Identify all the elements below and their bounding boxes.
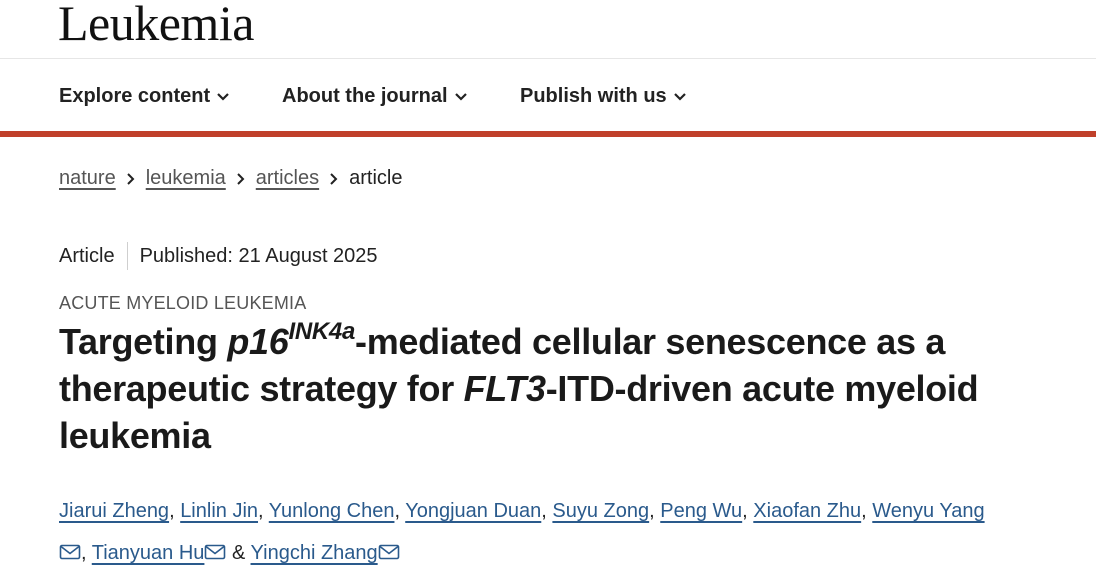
nav-item-label: Publish with us: [520, 85, 667, 107]
author-separator: ,: [649, 500, 655, 522]
author-link[interactable]: Peng Wu: [660, 500, 742, 522]
title-gene-superscript: INK4a: [288, 318, 356, 345]
author-list: Jiarui Zheng, Linlin Jin, Yunlong Chen, …: [59, 490, 1069, 574]
chevron-down-icon: [217, 92, 229, 101]
author-link[interactable]: Linlin Jin: [180, 500, 258, 522]
author-separator: ,: [258, 500, 264, 522]
author-separator: &: [231, 542, 246, 564]
author-separator: ,: [541, 500, 547, 522]
nav-item-label: About the journal: [282, 85, 448, 107]
journal-header: Leukemia: [0, 0, 1096, 59]
chevron-right-icon: [127, 172, 135, 185]
title-text: Targeting: [59, 321, 228, 362]
article-title: Targeting p16INK4a-mediated cellular sen…: [59, 318, 1069, 459]
author-link[interactable]: Jiarui Zheng: [59, 500, 169, 522]
publish-date: Published: 21 August 2025: [139, 244, 378, 267]
journal-logo[interactable]: Leukemia: [58, 0, 254, 52]
author-link[interactable]: Yunlong Chen: [269, 500, 395, 522]
envelope-icon[interactable]: [378, 544, 400, 560]
envelope-icon[interactable]: [59, 544, 81, 560]
breadcrumb-link-nature[interactable]: nature: [59, 167, 116, 190]
author-separator: ,: [81, 542, 87, 564]
envelope-icon[interactable]: [204, 544, 226, 560]
breadcrumb-current: article: [349, 167, 403, 189]
author-separator: ,: [861, 500, 867, 522]
chevron-down-icon: [454, 92, 467, 101]
author-link[interactable]: Yongjuan Duan: [405, 500, 541, 522]
author-separator: ,: [394, 500, 401, 522]
chevron-right-icon: [330, 172, 338, 185]
chevron-down-icon: [673, 92, 686, 101]
nav-item-label: Explore content: [59, 85, 211, 107]
author-separator: ,: [169, 500, 175, 522]
author-link[interactable]: Yingchi Zhang: [251, 542, 378, 564]
accent-bar: [0, 131, 1096, 137]
author-separator: ,: [742, 500, 748, 522]
title-gene-p16: p16: [227, 321, 289, 362]
author-link[interactable]: Suyu Zong: [552, 500, 649, 522]
breadcrumb-link-leukemia[interactable]: leukemia: [146, 167, 226, 190]
author-link[interactable]: Wenyu Yang: [872, 500, 984, 522]
chevron-right-icon: [237, 172, 245, 185]
nav-publish-with-us[interactable]: Publish with us: [520, 85, 687, 108]
breadcrumb: nature leukemia articles article: [59, 167, 402, 190]
author-link[interactable]: Xiaofan Zhu: [753, 500, 861, 522]
breadcrumb-link-articles[interactable]: articles: [256, 167, 319, 190]
article-meta: Article Published: 21 August 2025: [59, 242, 378, 270]
author-link[interactable]: Tianyuan Hu: [92, 542, 205, 564]
nav-explore-content[interactable]: Explore content: [59, 85, 230, 108]
nav-about-journal[interactable]: About the journal: [282, 85, 468, 108]
main-nav: Explore content About the journal Publis…: [0, 59, 1096, 131]
article-type: Article: [59, 244, 115, 267]
meta-divider: [126, 242, 128, 270]
article-subject[interactable]: ACUTE MYELOID LEUKEMIA: [59, 293, 306, 314]
title-gene-flt3: FLT3: [463, 368, 546, 409]
